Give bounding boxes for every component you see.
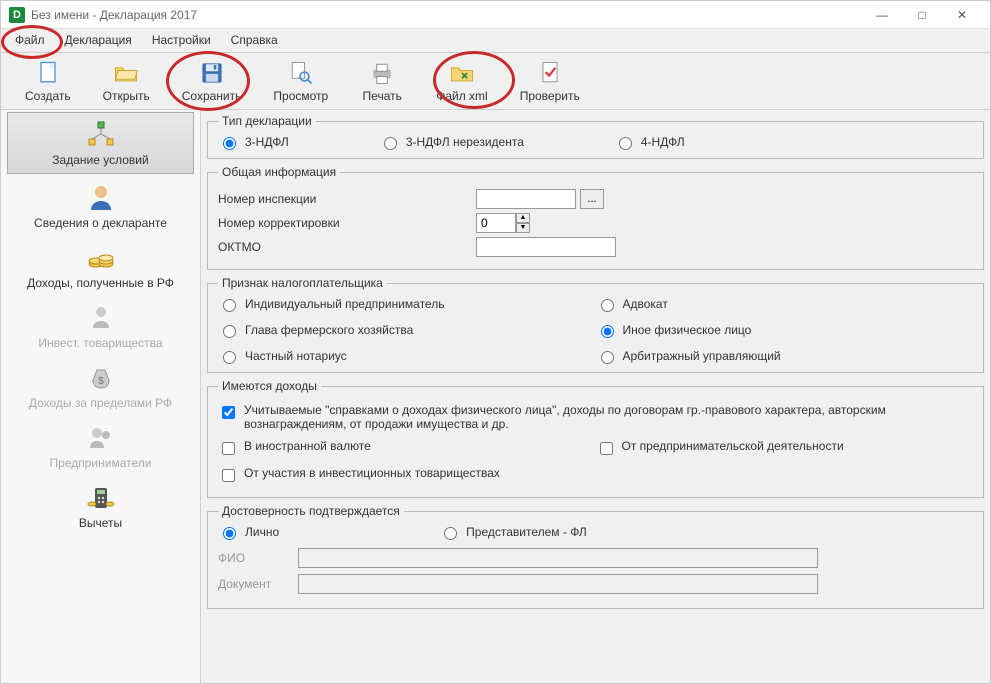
check-business-label: От предпринимательской деятельности bbox=[622, 439, 844, 453]
check-button[interactable]: Проверить bbox=[512, 57, 588, 105]
new-document-icon bbox=[34, 59, 62, 87]
confirm-group: Достоверность подтверждается Лично Предс… bbox=[207, 504, 984, 609]
decl-type-legend: Тип декларации bbox=[218, 114, 316, 128]
menu-declaration[interactable]: Декларация bbox=[55, 29, 142, 52]
sidebar-item-invest[interactable]: Инвест. товарищества bbox=[1, 296, 200, 356]
radio-notary[interactable]: Частный нотариус bbox=[218, 348, 596, 364]
check-spravka-label: Учитываемые "справками о доходах физичес… bbox=[244, 403, 904, 431]
person-icon bbox=[85, 182, 117, 214]
calculator-icon bbox=[85, 482, 117, 514]
sidebar-item-conditions[interactable]: Задание условий bbox=[7, 112, 194, 174]
taxpayer-legend: Признак налогоплательщика bbox=[218, 276, 387, 290]
save-label: Сохранить bbox=[182, 89, 242, 103]
correction-input[interactable] bbox=[476, 213, 516, 233]
menu-file[interactable]: Файл bbox=[5, 29, 55, 52]
general-info-legend: Общая информация bbox=[218, 165, 340, 179]
folder-open-icon bbox=[112, 59, 140, 87]
inspection-browse-button[interactable]: ... bbox=[580, 189, 604, 209]
taxpayer-group: Признак налогоплательщика Индивидуальный… bbox=[207, 276, 984, 373]
titlebar: D Без имени - Декларация 2017 — □ ✕ bbox=[1, 1, 990, 29]
svg-text:$: $ bbox=[98, 376, 104, 387]
check-spravka[interactable] bbox=[222, 406, 235, 419]
radio-4ndfl[interactable]: 4-НДФЛ bbox=[614, 134, 685, 150]
create-button[interactable]: Создать bbox=[17, 57, 79, 105]
sidebar-item-declarant[interactable]: Сведения о декларанте bbox=[1, 176, 200, 236]
check-invest[interactable] bbox=[222, 469, 235, 482]
sidebar-item-deductions[interactable]: Вычеты bbox=[1, 476, 200, 536]
radio-3ndfl[interactable]: 3-НДФЛ bbox=[218, 134, 289, 150]
create-label: Создать bbox=[25, 89, 71, 103]
decl-type-group: Тип декларации 3-НДФЛ 3-НДФЛ нерезидента… bbox=[207, 114, 984, 159]
open-button[interactable]: Открыть bbox=[95, 57, 158, 105]
invest-icon bbox=[85, 302, 117, 334]
radio-other-phys[interactable]: Иное физическое лицо bbox=[596, 322, 974, 338]
entrepreneur-icon bbox=[85, 422, 117, 454]
sidebar: Задание условий Сведения о декларанте До… bbox=[1, 110, 201, 684]
floppy-disk-icon bbox=[198, 59, 226, 87]
sidebar-item-entrepreneur[interactable]: Предприниматели bbox=[1, 416, 200, 476]
window-title: Без имени - Декларация 2017 bbox=[31, 8, 862, 22]
general-info-group: Общая информация Номер инспекции ... Ном… bbox=[207, 165, 984, 270]
conditions-icon bbox=[85, 119, 117, 151]
income-group: Имеются доходы Учитываемые "справками о … bbox=[207, 379, 984, 498]
check-foreign-label: В иностранной валюте bbox=[244, 439, 371, 453]
check-label: Проверить bbox=[520, 89, 580, 103]
check-foreign[interactable] bbox=[222, 442, 235, 455]
radio-farm[interactable]: Глава фермерского хозяйства bbox=[218, 322, 596, 338]
check-document-icon bbox=[536, 59, 564, 87]
radio-3ndfl-nonres[interactable]: 3-НДФЛ нерезидента bbox=[379, 134, 524, 150]
radio-lawyer[interactable]: Адвокат bbox=[596, 296, 974, 312]
printer-icon bbox=[368, 59, 396, 87]
preview-label: Просмотр bbox=[273, 89, 328, 103]
sidebar-declarant-label: Сведения о декларанте bbox=[34, 216, 167, 230]
radio-ip[interactable]: Индивидуальный предприниматель bbox=[218, 296, 596, 312]
app-icon: D bbox=[9, 7, 25, 23]
document-input[interactable] bbox=[298, 574, 818, 594]
fio-label: ФИО bbox=[218, 551, 298, 565]
minimize-button[interactable]: — bbox=[862, 1, 902, 29]
oktmo-input[interactable] bbox=[476, 237, 616, 257]
content-panel: Тип декларации 3-НДФЛ 3-НДФЛ нерезидента… bbox=[201, 110, 990, 684]
coins-icon bbox=[85, 242, 117, 274]
menu-settings[interactable]: Настройки bbox=[142, 29, 221, 52]
radio-representative[interactable]: Представителем - ФЛ bbox=[439, 524, 587, 540]
magnifier-document-icon bbox=[287, 59, 315, 87]
correction-spin-down[interactable]: ▼ bbox=[516, 223, 530, 233]
check-invest-label: От участия в инвестиционных товарищества… bbox=[244, 466, 500, 480]
toolbar: Создать Открыть Сохранить Просмотр Печат… bbox=[1, 53, 990, 110]
income-legend: Имеются доходы bbox=[218, 379, 321, 393]
money-bag-icon: $ bbox=[85, 362, 117, 394]
sidebar-item-income-rf[interactable]: Доходы, полученные в РФ bbox=[1, 236, 200, 296]
correction-spin-up[interactable]: ▲ bbox=[516, 213, 530, 223]
inspection-label: Номер инспекции bbox=[218, 192, 398, 206]
sidebar-income-abroad-label: Доходы за пределами РФ bbox=[29, 396, 172, 410]
confirm-legend: Достоверность подтверждается bbox=[218, 504, 404, 518]
xmlfile-label: Файл xml bbox=[436, 89, 488, 103]
inspection-input[interactable] bbox=[476, 189, 576, 209]
radio-personal[interactable]: Лично bbox=[218, 524, 279, 540]
sidebar-entrepreneur-label: Предприниматели bbox=[50, 456, 152, 470]
print-label: Печать bbox=[363, 89, 402, 103]
save-button[interactable]: Сохранить bbox=[174, 57, 250, 105]
maximize-button[interactable]: □ bbox=[902, 1, 942, 29]
print-button[interactable]: Печать bbox=[352, 57, 412, 105]
sidebar-invest-label: Инвест. товарищества bbox=[38, 336, 162, 350]
sidebar-income-rf-label: Доходы, полученные в РФ bbox=[27, 276, 174, 290]
correction-label: Номер корректировки bbox=[218, 216, 398, 230]
check-business[interactable] bbox=[600, 442, 613, 455]
sidebar-deductions-label: Вычеты bbox=[79, 516, 122, 530]
radio-arbitr[interactable]: Арбитражный управляющий bbox=[596, 348, 974, 364]
menubar: Файл Декларация Настройки Справка bbox=[1, 29, 990, 53]
fio-input[interactable] bbox=[298, 548, 818, 568]
preview-button[interactable]: Просмотр bbox=[265, 57, 336, 105]
xmlfile-button[interactable]: Файл xml bbox=[428, 57, 496, 105]
close-button[interactable]: ✕ bbox=[942, 1, 982, 29]
document-label: Документ bbox=[218, 577, 298, 591]
sidebar-conditions-label: Задание условий bbox=[52, 153, 148, 167]
open-label: Открыть bbox=[103, 89, 150, 103]
oktmo-label: ОКТМО bbox=[218, 240, 398, 254]
folder-xml-icon bbox=[448, 59, 476, 87]
menu-help[interactable]: Справка bbox=[221, 29, 288, 52]
sidebar-item-income-abroad[interactable]: $ Доходы за пределами РФ bbox=[1, 356, 200, 416]
